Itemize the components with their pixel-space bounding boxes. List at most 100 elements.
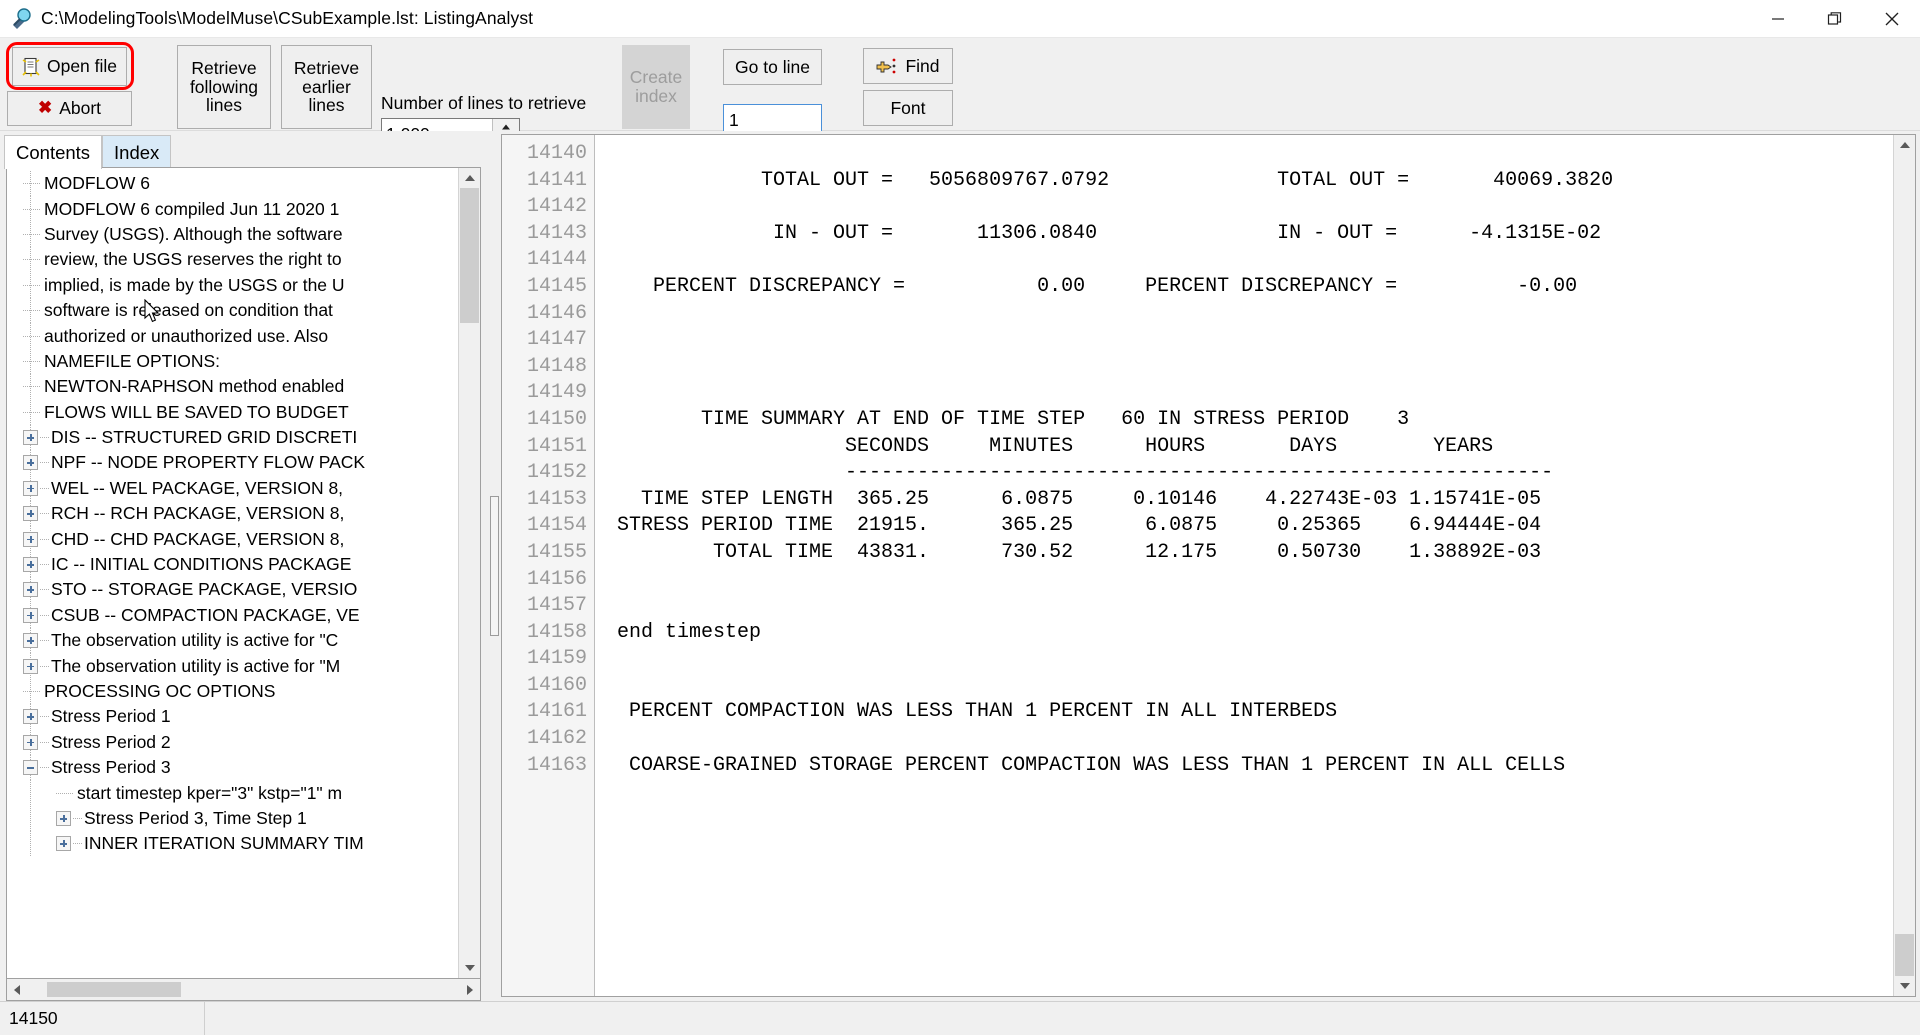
- open-file-label: Open file: [46, 56, 118, 77]
- line-number: 14148: [526, 354, 587, 378]
- line-number: 14150: [526, 407, 587, 431]
- tree-scroll-right-icon[interactable]: [460, 980, 480, 999]
- expand-node-icon[interactable]: [23, 658, 38, 674]
- tree-item[interactable]: implied, is made by the USGS or the U: [7, 272, 458, 298]
- tree-item[interactable]: start timestep kper="3" kstp="1" m: [7, 780, 458, 806]
- tree-item-label: Stress Period 1: [51, 706, 171, 727]
- tab-index[interactable]: Index: [102, 135, 172, 169]
- tree-item[interactable]: NAMEFILE OPTIONS:: [7, 348, 458, 375]
- line-number: 14156: [526, 567, 587, 591]
- listing-text-line: PERCENT COMPACTION WAS LESS THAN 1 PERCE…: [605, 700, 1338, 724]
- tree-item[interactable]: NEWTON-RAPHSON method enabled: [7, 374, 458, 400]
- tree-scroll-track[interactable]: [459, 188, 480, 958]
- tree-scroll-left-icon[interactable]: [7, 980, 27, 999]
- line-number: 14161: [526, 700, 587, 724]
- expand-node-icon[interactable]: [23, 734, 38, 750]
- tree-vertical-scrollbar[interactable]: [458, 168, 480, 978]
- open-file-button[interactable]: Open file: [12, 47, 127, 86]
- listing-text-line: [605, 673, 1893, 700]
- tree-item[interactable]: authorized or unauthorized use. Also: [7, 323, 458, 349]
- tree-item[interactable]: DIS -- STRUCTURED GRID DISCRETI: [7, 424, 458, 451]
- expand-node-icon[interactable]: [23, 633, 38, 649]
- tree-guide-line: [30, 831, 31, 857]
- retrieve-earlier-lines-button[interactable]: Retrieve earlier lines: [281, 45, 372, 129]
- expand-node-icon[interactable]: [23, 480, 38, 496]
- line-number: 14141: [526, 168, 587, 192]
- listing-text-line: ----------------------------------------…: [605, 461, 1554, 485]
- expand-node-icon[interactable]: [23, 455, 38, 471]
- tree-connector: [23, 335, 40, 337]
- tree-item[interactable]: STO -- STORAGE PACKAGE, VERSIO: [7, 577, 458, 603]
- tree-hscroll-thumb[interactable]: [47, 982, 181, 997]
- tree-item[interactable]: FLOWS WILL BE SAVED TO BUDGET: [7, 399, 458, 425]
- tree-item[interactable]: Stress Period 1: [7, 704, 458, 730]
- listing-text-content[interactable]: TOTAL OUT = 5056809767.0792 TOTAL OUT = …: [595, 135, 1893, 996]
- tree-item[interactable]: RCH -- RCH PACKAGE, VERSION 8,: [7, 501, 458, 527]
- tree-connector: [23, 208, 40, 210]
- expand-node-icon[interactable]: [23, 506, 38, 522]
- minimize-button[interactable]: [1749, 0, 1806, 37]
- tree-scroll-down-icon[interactable]: [459, 958, 480, 978]
- tree-item[interactable]: INNER ITERATION SUMMARY TIM: [7, 831, 458, 857]
- tree-item[interactable]: Survey (USGS). Although the software: [7, 221, 458, 248]
- tree-horizontal-scrollbar[interactable]: [6, 979, 481, 1001]
- expand-node-icon[interactable]: [23, 709, 38, 725]
- editor-scroll-down-icon[interactable]: [1894, 976, 1915, 996]
- pane-splitter[interactable]: [487, 131, 501, 1001]
- maximize-button[interactable]: [1806, 0, 1863, 37]
- splitter-grip[interactable]: [489, 496, 499, 636]
- status-line-number: 14150: [0, 1002, 205, 1035]
- tree-item[interactable]: Stress Period 2: [7, 729, 458, 755]
- tree-item[interactable]: review, the USGS reserves the right to: [7, 247, 458, 273]
- tree-item[interactable]: MODFLOW 6: [7, 171, 458, 197]
- contents-tree[interactable]: MODFLOW 6 MODFLOW 6 compiled Jun 11 2020 …: [7, 168, 458, 978]
- tree-item[interactable]: software is released on condition that: [7, 297, 458, 324]
- number-of-lines-label: Number of lines to retrieve: [381, 93, 587, 113]
- expand-node-icon[interactable]: [23, 430, 38, 446]
- listing-text-line: [605, 726, 1893, 753]
- tree-item-label: Stress Period 3, Time Step 1: [84, 807, 307, 828]
- tree-item[interactable]: PROCESSING OC OPTIONS: [7, 678, 458, 705]
- expand-node-icon[interactable]: [23, 582, 38, 598]
- tree-connector: [40, 716, 49, 718]
- tree-item[interactable]: Stress Period 3: [7, 754, 458, 781]
- expand-node-icon[interactable]: [56, 810, 71, 826]
- tree-item[interactable]: IC -- INITIAL CONDITIONS PACKAGE: [7, 551, 458, 578]
- find-button[interactable]: Find: [863, 48, 953, 84]
- tree-connector: [40, 437, 49, 439]
- tree-item[interactable]: NPF -- NODE PROPERTY FLOW PACK: [7, 450, 458, 476]
- tree-scroll-up-icon[interactable]: [459, 168, 480, 188]
- retrieve-following-lines-button[interactable]: Retrieve following lines: [177, 45, 271, 129]
- abort-button[interactable]: ✖ Abort: [7, 91, 132, 126]
- expand-node-icon[interactable]: [23, 531, 38, 547]
- listing-text-line: end timestep: [605, 620, 762, 644]
- editor-vertical-scrollbar[interactable]: [1893, 135, 1915, 996]
- app-magnifier-icon: [10, 7, 32, 30]
- tree-scroll-thumb[interactable]: [460, 188, 479, 323]
- editor-scroll-up-icon[interactable]: [1894, 135, 1915, 155]
- collapse-node-icon[interactable]: [23, 760, 38, 776]
- tab-contents[interactable]: Contents: [4, 135, 103, 169]
- editor-scroll-track[interactable]: [1894, 155, 1915, 976]
- tree-guide-line: [30, 805, 31, 832]
- tree-item[interactable]: The observation utility is active for "C: [7, 628, 458, 654]
- tree-item-label: IC -- INITIAL CONDITIONS PACKAGE: [51, 554, 352, 575]
- font-button[interactable]: Font: [863, 90, 953, 126]
- editor-scroll-thumb[interactable]: [1895, 934, 1914, 976]
- expand-node-icon[interactable]: [56, 836, 71, 852]
- tree-item[interactable]: CHD -- CHD PACKAGE, VERSION 8,: [7, 526, 458, 552]
- tab-contents-label: Contents: [16, 141, 91, 163]
- tree-item[interactable]: MODFLOW 6 compiled Jun 11 2020 1: [7, 196, 458, 222]
- tree-item[interactable]: CSUB -- COMPACTION PACKAGE, VE: [7, 602, 458, 629]
- listing-text-line: [605, 354, 1893, 381]
- close-button[interactable]: [1863, 0, 1920, 37]
- go-to-line-button[interactable]: Go to line: [723, 49, 822, 85]
- line-number: 14145: [526, 274, 587, 298]
- tree-connector: [73, 843, 82, 845]
- expand-node-icon[interactable]: [23, 557, 38, 573]
- tree-item[interactable]: Stress Period 3, Time Step 1: [7, 805, 458, 832]
- tree-item[interactable]: The observation utility is active for "M: [7, 653, 458, 679]
- expand-node-icon[interactable]: [23, 607, 38, 623]
- tree-item[interactable]: WEL -- WEL PACKAGE, VERSION 8,: [7, 475, 458, 502]
- tree-hscroll-track[interactable]: [27, 980, 460, 999]
